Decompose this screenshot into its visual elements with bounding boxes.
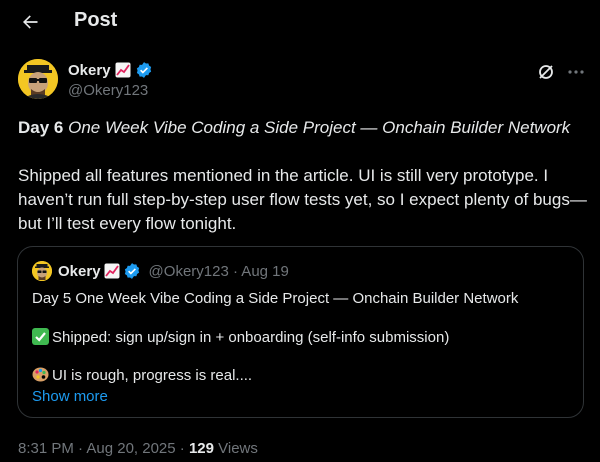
avatar-image (18, 59, 58, 99)
show-more-link[interactable]: Show more (32, 388, 108, 405)
quote-line-2-row: Shipped: sign up/sign in + onboarding (s… (32, 328, 449, 346)
views-label: Views (213, 440, 258, 457)
view-count: 129 (188, 440, 214, 457)
check-mark-button-emoji (32, 328, 49, 345)
tweet-day: Day 6 (18, 118, 64, 137)
quote-handle-date: @Okery123 · Aug 19 (148, 262, 289, 280)
tweet-title: One Week Vibe Coding a Side Project — On… (68, 118, 571, 137)
quoted-post[interactable]: Okery @Okery123 · Aug 19 Day 5 One Week … (17, 246, 584, 418)
quote-line-2: Shipped: sign up/sign in + onboarding (s… (52, 329, 450, 346)
page-title: Post (74, 9, 118, 31)
more-icon (568, 70, 584, 74)
artist-palette-emoji (32, 367, 49, 382)
quote-avatar (32, 261, 52, 281)
back-button[interactable] (18, 10, 42, 34)
post-meta: 8:31 PM · Aug 20, 2025 · 129 Views (18, 440, 258, 457)
avatar[interactable] (18, 59, 58, 99)
chart-increasing-emoji (104, 263, 120, 279)
chart-increasing-emoji (115, 62, 131, 78)
verified-badge-icon (124, 263, 139, 279)
tweet-body: Shipped all features mentioned in the ar… (18, 166, 587, 233)
quote-line-3: UI is rough, progress is real.... (52, 367, 253, 384)
display-name[interactable]: Okery (68, 62, 111, 79)
quote-header: Okery @Okery123 · Aug 19 (58, 262, 289, 280)
more-button[interactable] (566, 62, 586, 82)
quote-line-3-row: UI is rough, progress is real.... (32, 366, 252, 384)
quote-avatar-image (32, 261, 52, 281)
author-handle[interactable]: @Okery123 (68, 82, 153, 99)
author-info: Okery @Okery123 (68, 61, 153, 99)
quote-line-1: Day 5 One Week Vibe Coding a Side Projec… (32, 290, 519, 307)
grok-button[interactable] (536, 62, 556, 82)
post-timestamp[interactable]: 8:31 PM · Aug 20, 2025 · (18, 440, 189, 457)
tweet-title-line: Day 6 One Week Vibe Coding a Side Projec… (18, 116, 588, 140)
arrow-left-icon (23, 15, 38, 29)
grok-icon (539, 65, 553, 79)
top-bar: Post (0, 0, 600, 44)
verified-badge-icon (136, 62, 151, 78)
quote-display-name: Okery (58, 262, 101, 280)
